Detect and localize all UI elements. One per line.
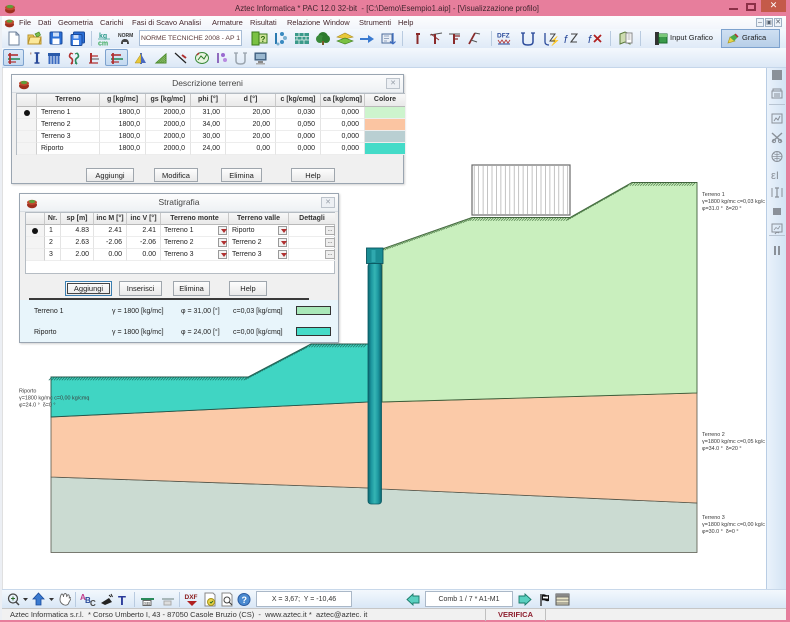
- svg-text:': ': [30, 51, 32, 61]
- svg-text:Terreno 2: Terreno 2: [702, 432, 725, 438]
- svg-text:NORM: NORM: [118, 33, 133, 39]
- svg-text:?: ?: [261, 35, 266, 44]
- svg-text:SB: SB: [144, 601, 150, 606]
- svg-text:T: T: [118, 593, 126, 607]
- svg-text:φ=24.0 ° δ=0 °: φ=24.0 ° δ=0 °: [19, 403, 56, 409]
- svg-text:γ=1800 kg/mc c=0,00 kg/cmq: γ=1800 kg/mc c=0,00 kg/cmq: [19, 396, 89, 402]
- svg-text:γ=1800 kg/mc c=0,00 kg/c: γ=1800 kg/mc c=0,00 kg/c: [702, 522, 765, 528]
- svg-text:Terreno 3: Terreno 3: [702, 515, 725, 521]
- svg-text:C: C: [90, 599, 96, 607]
- svg-text:f: f: [588, 34, 592, 46]
- svg-text:εI: εI: [771, 170, 779, 182]
- svg-text:cm: cm: [98, 41, 108, 47]
- svg-text:?: ?: [242, 595, 248, 605]
- svg-text:γ=1800 kg/mc c=0,03 kg/c: γ=1800 kg/mc c=0,03 kg/c: [702, 199, 765, 205]
- svg-text:φ=34.0 ° δ=20 °: φ=34.0 ° δ=20 °: [702, 446, 742, 452]
- svg-text:DFZ: DFZ: [497, 33, 510, 40]
- svg-text:DXF: DXF: [185, 594, 198, 601]
- svg-text:φ=31.0 ° δ=20 °: φ=31.0 ° δ=20 °: [702, 206, 742, 212]
- svg-text:φ=30.0 ° δ=0 °: φ=30.0 ° δ=0 °: [702, 529, 739, 535]
- svg-text:f: f: [564, 34, 568, 46]
- svg-text:Riporto: Riporto: [19, 389, 36, 395]
- svg-text:Terreno 1: Terreno 1: [702, 192, 725, 198]
- svg-text:γ=1800 kg/mc c=0,05 kg/c: γ=1800 kg/mc c=0,05 kg/c: [702, 439, 765, 445]
